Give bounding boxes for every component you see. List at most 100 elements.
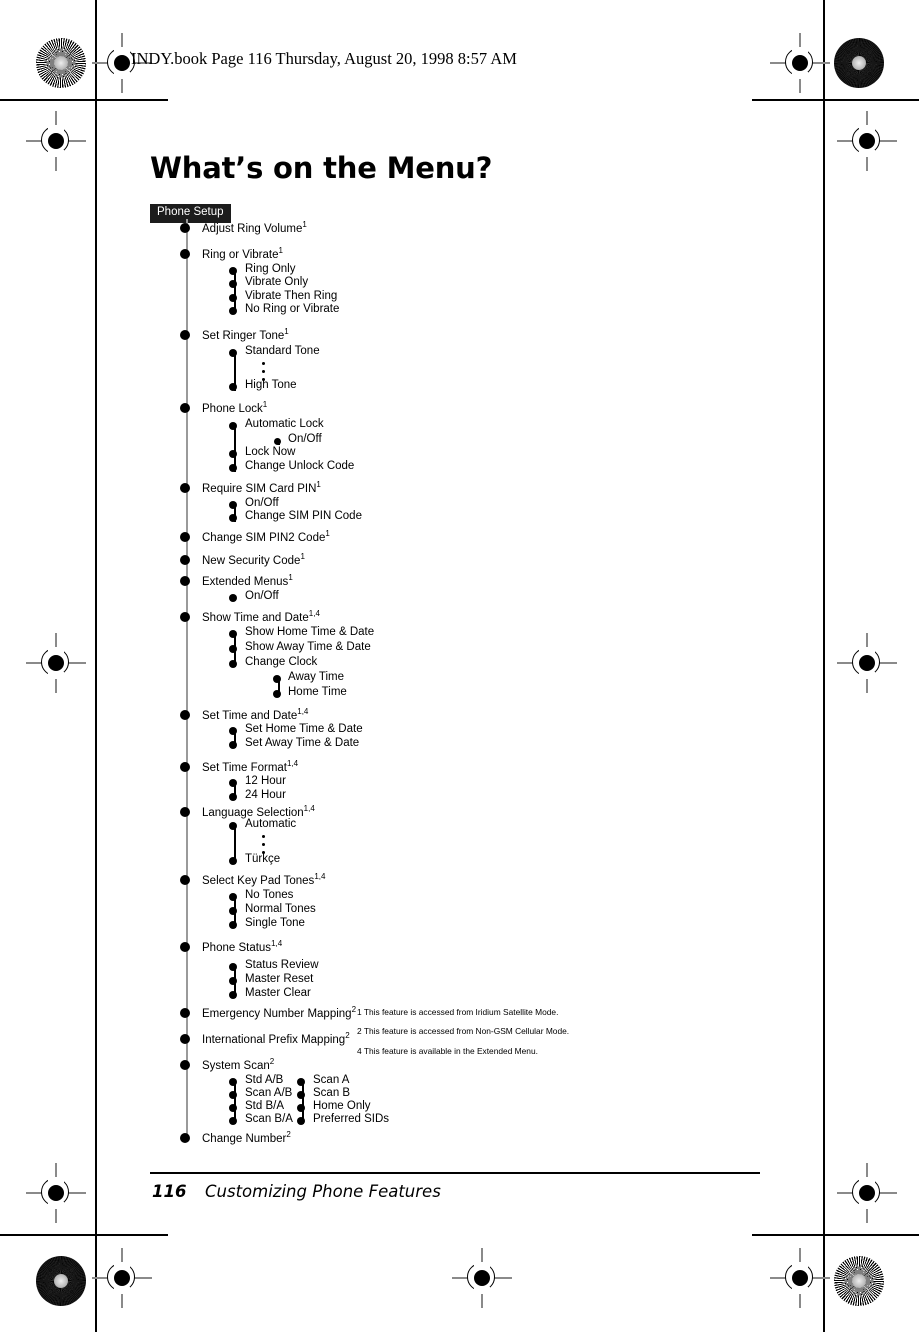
menu-item-label: Vibrate Only xyxy=(245,276,309,288)
menu-item-label: Std B/A xyxy=(245,1100,284,1112)
tree-node-bullet xyxy=(229,294,237,302)
menu-item-label: Change Unlock Code xyxy=(245,460,355,472)
menu-item-label: 24 Hour xyxy=(245,789,286,801)
tree-node-bullet xyxy=(229,1078,237,1086)
tree-node-bullet xyxy=(229,594,237,602)
footnote-ref: 2 xyxy=(269,1057,275,1066)
tree-node-bullet xyxy=(180,483,190,493)
menu-item-label: Status Review xyxy=(245,959,319,971)
menu-item-label: Select Key Pad Tones1,4 xyxy=(202,872,326,887)
footnote-ref: 1 xyxy=(300,552,305,561)
footer-divider xyxy=(150,1172,760,1174)
footnote-ref: 1 xyxy=(325,529,330,538)
menu-item-label: Master Clear xyxy=(245,987,311,999)
tree-node-bullet xyxy=(229,1117,237,1125)
menu-item-label: Lock Now xyxy=(245,446,296,458)
tree-node-bullet xyxy=(180,807,190,817)
menu-item-label: New Security Code1 xyxy=(202,552,305,567)
menu-item-label: Set Time Format1,4 xyxy=(202,759,299,774)
page-number: 116 xyxy=(152,1182,187,1201)
menu-item-label: Scan B xyxy=(313,1087,351,1099)
menu-item-label: On/Off xyxy=(288,433,322,445)
menu-item-label: Home Only xyxy=(313,1100,371,1112)
menu-item-label: Emergency Number Mapping2 xyxy=(202,1005,357,1020)
tree-node-bullet xyxy=(180,555,190,565)
tree-node-bullet xyxy=(229,1104,237,1112)
footnote-ref: 1,4 xyxy=(314,872,326,881)
menu-item-label: Ring Only xyxy=(245,263,296,275)
menu-item-label: No Ring or Vibrate xyxy=(245,303,340,315)
tree-node-bullet xyxy=(229,741,237,749)
tree-node-bullet xyxy=(229,727,237,735)
menu-item-label: High Tone xyxy=(245,379,297,391)
footnote-ref: 1 xyxy=(288,573,293,582)
menu-item-label: Single Tone xyxy=(245,917,305,929)
menu-tree-diagram: Adjust Ring Volume1 Ring or Vibrate1 Ring … xyxy=(0,0,919,1332)
tree-node-bullet xyxy=(180,1133,190,1143)
menu-item-label: Show Home Time & Date xyxy=(245,626,375,638)
tree-node-bullet xyxy=(229,450,237,458)
menu-item-label: Preferred SIDs xyxy=(313,1113,390,1125)
menu-item-label: Away Time xyxy=(288,671,345,683)
menu-item-label: Std A/B xyxy=(245,1074,284,1086)
footnote-2: 2 This feature is accessed from Non-GSM … xyxy=(357,1026,570,1037)
footnote-1: 1 This feature is accessed from Iridium … xyxy=(357,1007,559,1017)
footnote-ref: 1,4 xyxy=(271,939,283,948)
tree-node-bullet xyxy=(229,921,237,929)
menu-item-label: Vibrate Then Ring xyxy=(245,290,338,302)
footnote-ref: 1 xyxy=(262,400,268,409)
footnote-ref: 1 xyxy=(278,246,283,255)
menu-item-label: On/Off xyxy=(245,497,279,509)
tree-node-bullet xyxy=(229,963,237,971)
menu-item-label: No Tones xyxy=(245,889,294,901)
tree-node-bullet xyxy=(180,330,190,340)
tree-node-bullet xyxy=(180,942,190,952)
tree-node-bullet xyxy=(180,612,190,622)
menu-item-label: Normal Tones xyxy=(245,903,316,915)
tree-node-bullet xyxy=(297,1104,305,1112)
menu-item-label: Adjust Ring Volume1 xyxy=(202,220,307,235)
menu-item-label: Set Away Time & Date xyxy=(245,737,360,749)
menu-item-label: 12 Hour xyxy=(245,775,286,787)
menu-item-label: Show Away Time & Date xyxy=(245,641,371,653)
menu-item-label: Change Clock xyxy=(245,656,318,668)
tree-node-bullet xyxy=(180,532,190,542)
menu-item-label: Standard Tone xyxy=(245,345,320,357)
menu-item-label: Automatic Lock xyxy=(245,418,324,430)
tree-node-bullet xyxy=(180,875,190,885)
tree-node-bullet xyxy=(297,1078,305,1086)
menu-item-label: Change SIM PIN Code xyxy=(245,510,362,522)
menu-item-label: Set Ringer Tone1 xyxy=(202,327,289,342)
menu-item-label: Scan B/A xyxy=(245,1113,293,1125)
footnotes-block: 1 This feature is accessed from Iridium … xyxy=(357,1008,569,1066)
menu-item-label: Home Time xyxy=(288,686,347,698)
tree-node-bullet xyxy=(229,1091,237,1099)
tree-node-bullet xyxy=(229,383,237,391)
tree-node-bullet xyxy=(229,991,237,999)
tree-node-bullet xyxy=(229,907,237,915)
tree-node-bullet xyxy=(180,710,190,720)
tree-node-bullet xyxy=(180,223,190,233)
menu-item-label: System Scan2 xyxy=(202,1057,275,1072)
tree-node-bullet xyxy=(229,422,237,430)
footnote-ref: 1 xyxy=(316,480,321,489)
footnote-ref: 2 xyxy=(286,1130,291,1139)
chapter-title: Customizing Phone Features xyxy=(205,1182,441,1201)
tree-main-spine xyxy=(186,219,188,1141)
menu-item-label: Set Home Time & Date xyxy=(245,723,363,735)
menu-item-label: Change SIM PIN2 Code1 xyxy=(202,529,330,544)
footnote-ref: 1,4 xyxy=(308,609,320,618)
tree-node-bullet xyxy=(229,464,237,472)
tree-node-bullet xyxy=(180,1060,190,1070)
tree-node-bullet xyxy=(273,437,281,445)
menu-item-label: Change Number2 xyxy=(202,1130,291,1145)
tree-node-bullet xyxy=(229,857,237,865)
tree-node-bullet xyxy=(229,267,237,275)
tree-node-bullet xyxy=(229,630,237,638)
menu-item-label: Scan A/B xyxy=(245,1087,293,1099)
tree-node-bullet xyxy=(229,349,237,357)
tree-node-bullet xyxy=(229,660,237,668)
menu-item-label: Set Time and Date1,4 xyxy=(202,707,309,722)
menu-item-label: Phone Lock1 xyxy=(202,400,268,415)
tree-node-bullet xyxy=(273,690,281,698)
